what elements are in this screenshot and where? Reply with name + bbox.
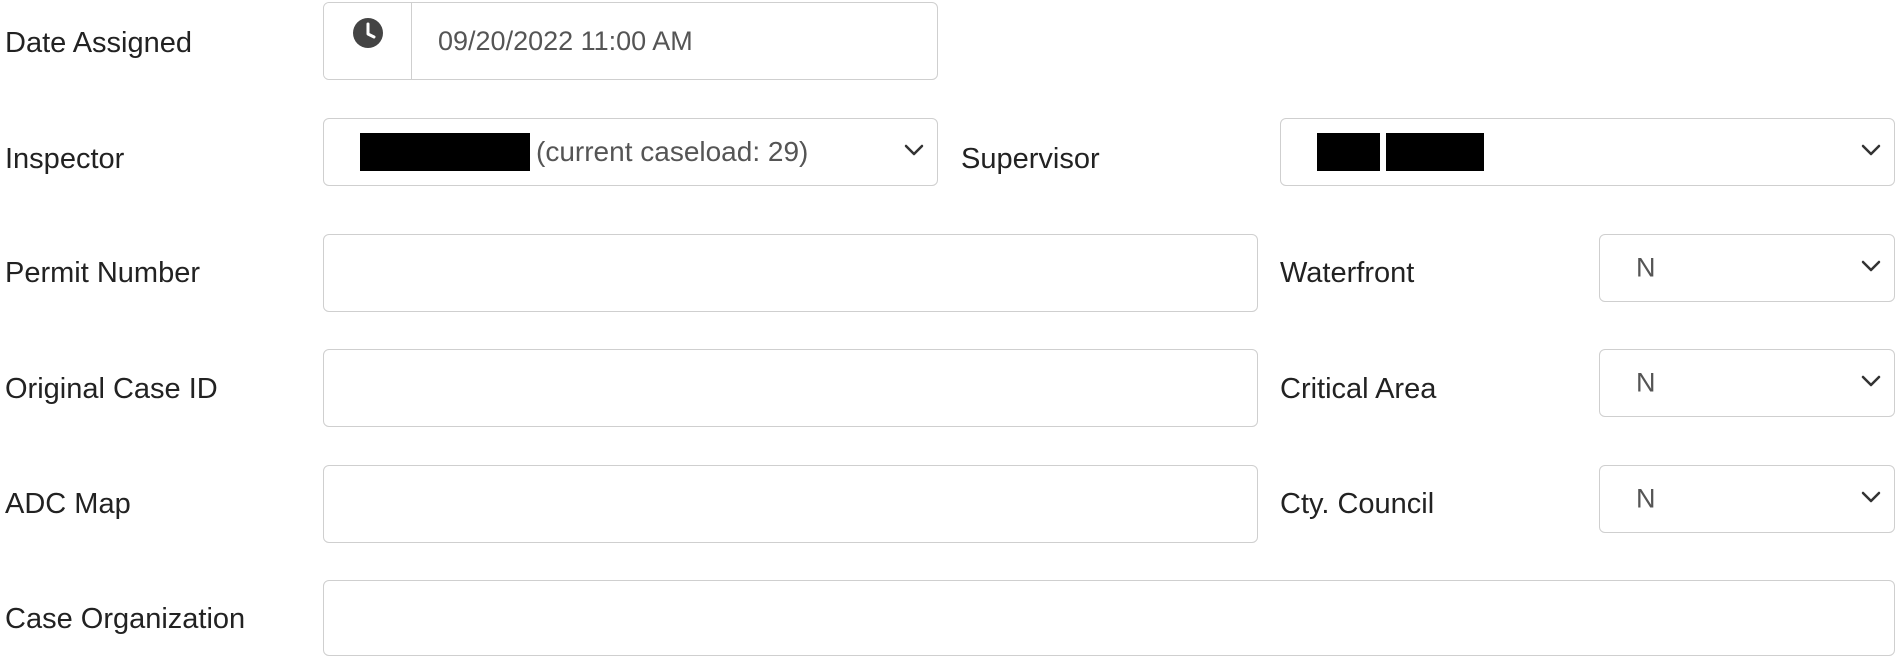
critical-area-label: Critical Area [1280,373,1437,405]
redacted-inspector-name [360,133,530,171]
cty-council-select[interactable]: N [1599,465,1895,533]
cty-council-value: N [1636,483,1656,514]
permit-number-label: Permit Number [5,257,200,289]
redacted-supervisor-first-name [1317,133,1380,171]
case-assignment-form: Date Assigned 09/20/2022 11:00 AM Inspec… [0,0,1895,656]
supervisor-select[interactable] [1280,118,1895,186]
original-case-id-input[interactable] [323,349,1258,427]
inspector-label: Inspector [5,143,125,175]
critical-area-value: N [1636,367,1656,398]
chevron-down-icon [1861,144,1881,156]
date-assigned-label: Date Assigned [5,27,193,59]
case-organization-input[interactable] [323,580,1895,656]
permit-number-input[interactable] [323,234,1258,312]
chevron-down-icon [904,144,924,156]
chevron-down-icon [1861,491,1881,503]
critical-area-select[interactable]: N [1599,349,1895,417]
supervisor-label: Supervisor [961,143,1100,175]
case-organization-label: Case Organization [5,603,246,635]
redacted-supervisor-last-name [1386,133,1484,171]
adc-map-label: ADC Map [5,488,131,520]
date-picker-toggle[interactable] [324,3,412,79]
waterfront-select[interactable]: N [1599,234,1895,302]
inspector-select[interactable]: (current caseload: 29) [323,118,938,186]
clock-icon [352,18,383,48]
original-case-id-label: Original Case ID [5,373,218,405]
date-assigned-value[interactable]: 09/20/2022 11:00 AM [412,3,937,79]
cty-council-label: Cty. Council [1280,488,1435,520]
chevron-down-icon [1861,375,1881,387]
supervisor-selected-value [1317,133,1484,171]
waterfront-value: N [1636,252,1656,283]
inspector-selected-value: (current caseload: 29) [360,133,808,171]
waterfront-label: Waterfront [1280,257,1415,289]
date-assigned-picker[interactable]: 09/20/2022 11:00 AM [323,2,938,80]
adc-map-input[interactable] [323,465,1258,543]
chevron-down-icon [1861,260,1881,272]
inspector-caseload: (current caseload: 29) [536,136,809,167]
